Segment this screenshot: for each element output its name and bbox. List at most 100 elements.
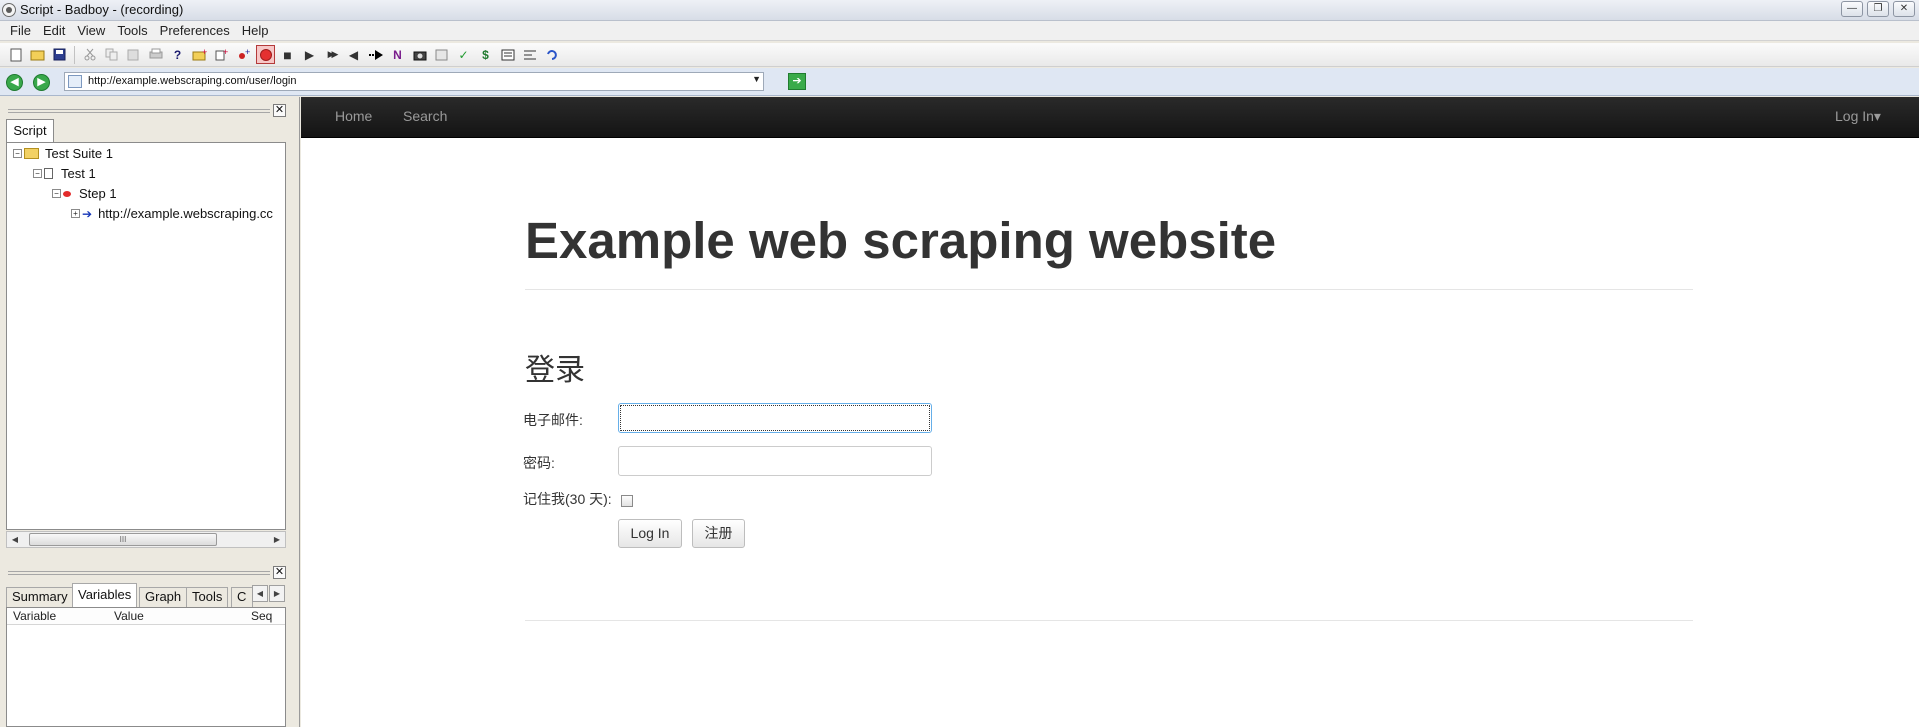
tab-summary[interactable]: Summary xyxy=(6,587,74,607)
add-suite-icon[interactable]: + xyxy=(190,45,209,64)
save-icon[interactable] xyxy=(50,45,69,64)
rewind-icon[interactable]: ◀ xyxy=(344,45,363,64)
folder-icon xyxy=(24,148,39,159)
close-icon[interactable]: ✕ xyxy=(273,104,286,117)
help-icon[interactable]: ? xyxy=(168,45,187,64)
variables-panel: Variable Value Seq xyxy=(6,607,286,727)
expand-icon[interactable]: + xyxy=(71,209,80,218)
add-test-icon[interactable]: + xyxy=(212,45,231,64)
tree-item-test[interactable]: − Test 1 xyxy=(33,166,96,181)
address-bar: ◀ ▶ http://example.webscraping.com/user/… xyxy=(0,68,1919,96)
record-icon[interactable] xyxy=(256,45,275,64)
menu-edit[interactable]: Edit xyxy=(39,23,69,38)
step-icon xyxy=(63,190,71,197)
browser-view: Home Search Log In▾ Example web scraping… xyxy=(301,97,1919,727)
copy-icon[interactable] xyxy=(102,45,121,64)
tab-script[interactable]: Script xyxy=(6,119,54,143)
restore-button[interactable]: ❐ xyxy=(1867,1,1889,17)
menu-help[interactable]: Help xyxy=(238,23,273,38)
badboy-app-icon xyxy=(2,3,16,17)
password-field[interactable] xyxy=(618,446,932,476)
pane-grip[interactable] xyxy=(8,109,270,113)
align-icon[interactable] xyxy=(520,45,539,64)
tab-scroll-left-icon[interactable]: ◀ xyxy=(252,585,268,602)
play-all-icon[interactable]: ▶▶ xyxy=(322,45,341,64)
menu-bar: File Edit View Tools Preferences Help xyxy=(0,21,1919,41)
menu-preferences[interactable]: Preferences xyxy=(156,23,234,38)
email-field[interactable] xyxy=(618,403,932,433)
close-window-button[interactable]: ✕ xyxy=(1893,1,1915,17)
scroll-right-icon[interactable]: ▶ xyxy=(269,532,285,547)
tree-item-suite[interactable]: − Test Suite 1 xyxy=(13,146,113,161)
nav-home-link[interactable]: Home xyxy=(335,108,372,124)
report-icon[interactable] xyxy=(498,45,517,64)
site-navbar: Home Search Log In▾ xyxy=(301,97,1919,138)
nav-search-link[interactable]: Search xyxy=(403,108,447,124)
tab-scroll-right-icon[interactable]: ▶ xyxy=(269,585,285,602)
bottom-tabs: Summary Variables Graph Tools C ◀ ▶ xyxy=(6,583,286,607)
tree-horizontal-scrollbar[interactable]: ◀ III ▶ xyxy=(6,531,286,548)
new-file-icon[interactable] xyxy=(6,45,25,64)
screenshot-icon[interactable] xyxy=(410,45,429,64)
refresh-icon[interactable] xyxy=(542,45,561,64)
toolbar-separator xyxy=(74,45,75,64)
add-step-icon[interactable]: + xyxy=(234,45,253,64)
collapse-icon[interactable]: − xyxy=(13,149,22,158)
close-icon[interactable]: ✕ xyxy=(273,566,286,579)
password-label: 密码: xyxy=(523,455,555,471)
svg-text:+: + xyxy=(245,48,250,57)
column-value[interactable]: Value xyxy=(114,609,144,623)
main-toolbar: ? + + + ■ ▶ ▶▶ ◀ N ✓ $ xyxy=(0,43,1919,67)
paste-icon[interactable] xyxy=(124,45,143,64)
login-form-title: 登录 xyxy=(525,353,585,388)
scroll-thumb[interactable]: III xyxy=(29,533,217,546)
divider xyxy=(525,620,1693,621)
test-icon xyxy=(44,168,53,179)
play-icon[interactable]: ▶ xyxy=(300,45,319,64)
open-folder-icon[interactable] xyxy=(28,45,47,64)
check-icon[interactable]: ✓ xyxy=(454,45,473,64)
page-icon xyxy=(68,75,82,88)
navigation-icon[interactable]: N xyxy=(388,45,407,64)
variables-header: Variable Value Seq xyxy=(7,608,285,625)
print-icon[interactable] xyxy=(146,45,165,64)
tab-c[interactable]: C xyxy=(231,587,253,607)
pane-grip[interactable] xyxy=(8,571,270,575)
go-arrow-icon[interactable]: ➔ xyxy=(788,73,806,90)
chevron-down-icon[interactable]: ▼ xyxy=(752,74,761,84)
page-title: Example web scraping website xyxy=(525,212,1277,269)
tab-graph[interactable]: Graph xyxy=(139,587,188,607)
tree-item-request[interactable]: + ➔ http://example.webscraping.cc xyxy=(71,206,273,221)
menu-view[interactable]: View xyxy=(73,23,109,38)
collapse-icon[interactable]: − xyxy=(33,169,42,178)
register-button[interactable]: 注册 xyxy=(692,519,745,548)
back-icon[interactable]: ◀ xyxy=(6,74,23,91)
remember-me-label: 记住我(30 天): xyxy=(523,491,612,507)
request-arrow-icon: ➔ xyxy=(82,206,93,221)
tab-tools[interactable]: Tools xyxy=(186,587,229,607)
tree-item-label: http://example.webscraping.cc xyxy=(98,206,273,221)
column-variable[interactable]: Variable xyxy=(13,609,56,623)
tree-item-label: Test Suite 1 xyxy=(45,146,113,161)
tree-item-step[interactable]: − Step 1 xyxy=(52,186,117,201)
step-over-icon[interactable] xyxy=(366,45,385,64)
stop-icon[interactable]: ■ xyxy=(278,45,297,64)
minimize-button[interactable]: — xyxy=(1841,1,1863,17)
svg-text:+: + xyxy=(223,48,228,57)
window-controls: — ❐ ✕ xyxy=(1841,1,1915,17)
tree-item-label: Test 1 xyxy=(61,166,96,181)
cut-icon[interactable] xyxy=(80,45,99,64)
scroll-left-icon[interactable]: ◀ xyxy=(7,532,23,547)
menu-file[interactable]: File xyxy=(6,23,35,38)
variable-icon[interactable]: $ xyxy=(476,45,495,64)
collapse-icon[interactable]: − xyxy=(52,189,61,198)
menu-tools[interactable]: Tools xyxy=(113,23,151,38)
tab-variables[interactable]: Variables xyxy=(72,583,138,607)
summary-icon[interactable] xyxy=(432,45,451,64)
remember-me-checkbox[interactable] xyxy=(621,495,633,507)
forward-icon[interactable]: ▶ xyxy=(33,74,50,91)
url-input[interactable]: http://example.webscraping.com/user/logi… xyxy=(64,72,764,91)
nav-login-dropdown[interactable]: Log In▾ xyxy=(1835,108,1881,125)
login-button[interactable]: Log In xyxy=(618,519,682,548)
column-seq[interactable]: Seq xyxy=(251,609,272,623)
